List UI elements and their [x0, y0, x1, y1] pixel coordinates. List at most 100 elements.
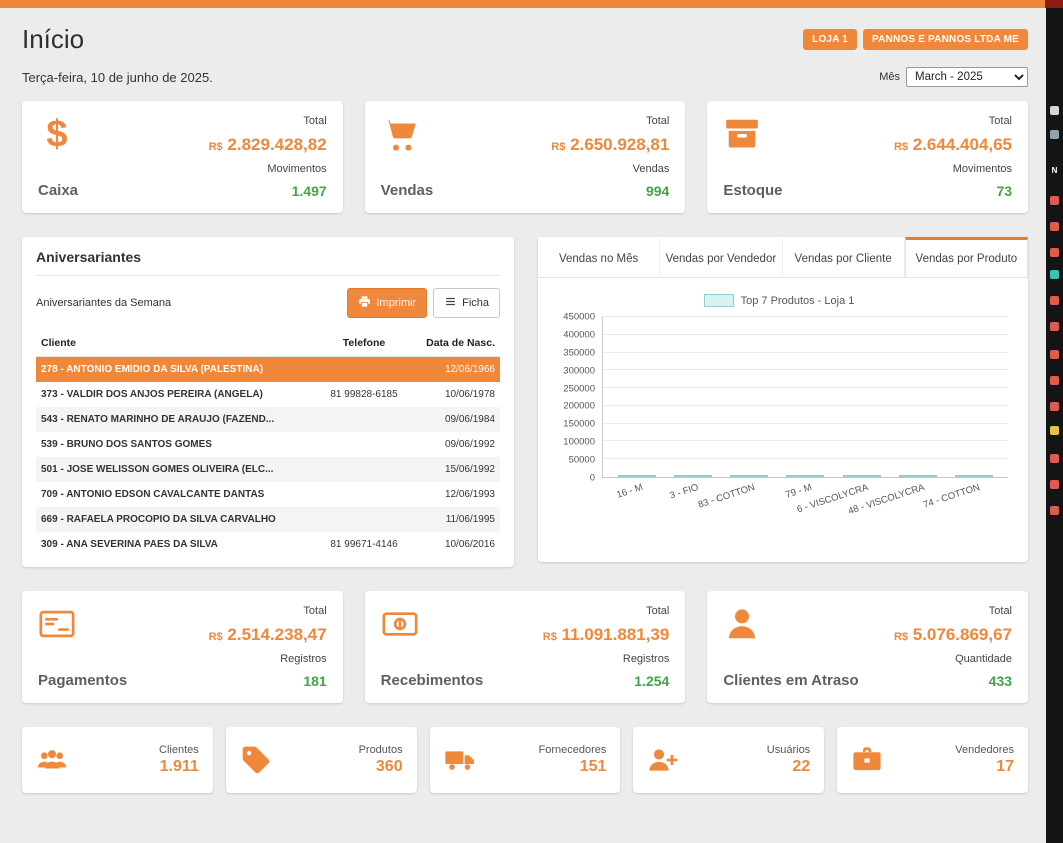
birthday-row[interactable]: 539 - BRUNO DOS SANTOS GOMES09/06/1992 — [36, 432, 500, 457]
bar-slot — [730, 475, 768, 477]
bar-slot — [899, 475, 937, 477]
stat-card-left: Vendas — [381, 115, 434, 199]
total-value: R$ 5.076.869,67 — [894, 625, 1012, 645]
edge-fragment — [1050, 426, 1059, 435]
mini-card-vendedores[interactable]: Vendedores17 — [837, 727, 1028, 793]
birthday-date-cell: 09/06/1984 — [409, 407, 500, 432]
dollar-icon: $ — [38, 115, 78, 153]
people-icon — [36, 744, 68, 776]
birthday-client-cell: 278 - ANTONIO EMIDIO DA SILVA (PALESTINA… — [36, 357, 319, 383]
stat-card-values: TotalR$ 11.091.881,39Registros1.254 — [543, 605, 670, 689]
stat-card-left: Pagamentos — [38, 605, 127, 689]
mini-card-fornecedores[interactable]: Fornecedores151 — [430, 727, 621, 793]
y-tick-label: 450000 — [563, 312, 595, 323]
top-accent-bar — [0, 0, 1063, 8]
birthday-client-cell: 543 - RENATO MARINHO DE ARAUJO (FAZEND..… — [36, 407, 319, 432]
chart-bar-79-m[interactable] — [786, 475, 824, 477]
birthday-row[interactable]: 309 - ANA SEVERINA PAES DA SILVA81 99671… — [36, 532, 500, 557]
y-tick-label: 150000 — [563, 419, 595, 430]
mini-card-values: Fornecedores151 — [539, 744, 607, 776]
x-tick-label: 16 - M — [608, 478, 664, 516]
stat-card-values: TotalR$ 2.514.238,47Registros181 — [209, 605, 327, 689]
company-badge[interactable]: PANNOS E PANNOS LTDA ME — [863, 29, 1028, 50]
current-date: Terça-feira, 10 de junho de 2025. — [22, 70, 213, 85]
chart-bar-83-cotton[interactable] — [730, 475, 768, 477]
stat-card-recebimentos[interactable]: RecebimentosTotalR$ 11.091.881,39Registr… — [365, 591, 686, 703]
print-button-label: Imprimir — [376, 297, 416, 309]
header-badges: LOJA 1 PANNOS E PANNOS LTDA ME — [803, 29, 1028, 50]
page-title: Início — [22, 24, 84, 55]
chart-bar-3-fio[interactable] — [674, 475, 712, 477]
birthday-phone-cell — [319, 407, 408, 432]
edge-fragment — [1050, 106, 1059, 115]
mini-card-values: Produtos360 — [359, 744, 403, 776]
birthday-client-cell: 669 - RAFAELA PROCOPIO DA SILVA CARVALHO — [36, 507, 319, 532]
tab-vendas-por-vendedor[interactable]: Vendas por Vendedor — [660, 237, 782, 277]
edge-fragment — [1050, 350, 1059, 359]
stat-card-pagamentos[interactable]: Pagamentos TotalR$ 2.514.238,47Registros1… — [22, 591, 343, 703]
birthday-phone-cell — [319, 507, 408, 532]
stat-card-values: TotalR$ 2.829.428,82Movimentos1.497 — [209, 115, 327, 199]
birthday-row[interactable]: 373 - VALDIR DOS ANJOS PEREIRA (ANGELA)8… — [36, 382, 500, 407]
y-tick-label: 200000 — [563, 401, 595, 412]
birthday-date-cell: 12/06/1966 — [409, 357, 500, 383]
stat-card-vendas[interactable]: VendasTotalR$ 2.650.928,81Vendas994 — [365, 101, 686, 213]
birthday-row[interactable]: 278 - ANTONIO EMIDIO DA SILVA (PALESTINA… — [36, 357, 500, 383]
chart-bar-16-m[interactable] — [618, 475, 656, 477]
total-label: Total — [989, 605, 1012, 617]
chart-bar-6-viscolycra[interactable] — [843, 475, 881, 477]
stat-card-title: Caixa — [38, 182, 78, 199]
y-tick-label: 0 — [590, 473, 595, 484]
main-content: Início LOJA 1 PANNOS E PANNOS LTDA ME Te… — [0, 8, 1046, 793]
edge-fragment: N — [1050, 166, 1059, 175]
y-tick-label: 50000 — [569, 455, 595, 466]
tab-vendas-no-m-s[interactable]: Vendas no Mês — [538, 237, 660, 277]
stat-card-title: Vendas — [381, 182, 434, 199]
count-label: Movimentos — [267, 163, 326, 175]
stat-card-estoque[interactable]: EstoqueTotalR$ 2.644.404,65Movimentos73 — [707, 101, 1028, 213]
list-icon — [444, 295, 457, 311]
y-tick-label: 300000 — [563, 365, 595, 376]
count-label: Registros — [280, 653, 326, 665]
edge-fragment — [1050, 222, 1059, 231]
ficha-button[interactable]: Ficha — [433, 288, 500, 318]
birthday-row[interactable]: 669 - RAFAELA PROCOPIO DA SILVA CARVALHO… — [36, 507, 500, 532]
month-select[interactable]: March - 2025 — [906, 67, 1028, 87]
stat-card-caixa[interactable]: $ Caixa TotalR$ 2.829.428,82Movimentos1.49… — [22, 101, 343, 213]
column-telefone: Telefone — [319, 330, 408, 357]
print-button[interactable]: Imprimir — [347, 288, 427, 318]
chart-bar-48-viscolycra[interactable] — [899, 475, 937, 477]
panels-row: Aniversariantes Aniversariantes da Seman… — [22, 237, 1028, 567]
dashboard-page: N Início LOJA 1 PANNOS E PANNOS LTDA ME … — [0, 0, 1063, 843]
column-cliente: Cliente — [36, 330, 319, 357]
chart-bar-74-cotton[interactable] — [955, 475, 993, 477]
birthday-date-cell: 15/06/1992 — [409, 457, 500, 482]
stat-card-title: Clientes em Atraso — [723, 672, 858, 689]
stat-card-clientes-em-atraso[interactable]: Clientes em AtrasoTotalR$ 5.076.869,67Qu… — [707, 591, 1028, 703]
mini-card-clientes[interactable]: Clientes1.911 — [22, 727, 213, 793]
tab-vendas-por-cliente[interactable]: Vendas por Cliente — [783, 237, 905, 277]
mini-card-label: Vendedores — [955, 744, 1014, 756]
birthday-row[interactable]: 543 - RENATO MARINHO DE ARAUJO (FAZEND..… — [36, 407, 500, 432]
legend-swatch — [704, 294, 734, 307]
birthday-row[interactable]: 709 - ANTONIO EDSON CAVALCANTE DANTAS12/… — [36, 482, 500, 507]
mini-card-usu-rios[interactable]: Usuários22 — [633, 727, 824, 793]
count-value: 994 — [646, 183, 669, 199]
birthday-phone-cell — [319, 357, 408, 383]
store-badge[interactable]: LOJA 1 — [803, 29, 857, 50]
total-label: Total — [646, 605, 669, 617]
birthday-date-cell: 11/06/1995 — [409, 507, 500, 532]
count-label: Registros — [623, 653, 669, 665]
birthday-row[interactable]: 501 - JOSE WELISSON GOMES OLIVEIRA (ELC.… — [36, 457, 500, 482]
mini-card-produtos[interactable]: Produtos360 — [226, 727, 417, 793]
y-tick-label: 350000 — [563, 347, 595, 358]
svg-text:$: $ — [46, 115, 67, 153]
birthdays-title: Aniversariantes — [36, 249, 500, 276]
tab-vendas-por-produto[interactable]: Vendas por Produto — [905, 237, 1028, 277]
right-edge-strip: N — [1046, 8, 1063, 843]
sales-panel: Vendas no MêsVendas por VendedorVendas p… — [538, 237, 1028, 562]
edge-fragment — [1050, 402, 1059, 411]
x-tick-label: 74 - COTTON — [946, 478, 1002, 516]
user-plus-icon — [647, 744, 679, 776]
edge-fragment — [1050, 248, 1059, 257]
